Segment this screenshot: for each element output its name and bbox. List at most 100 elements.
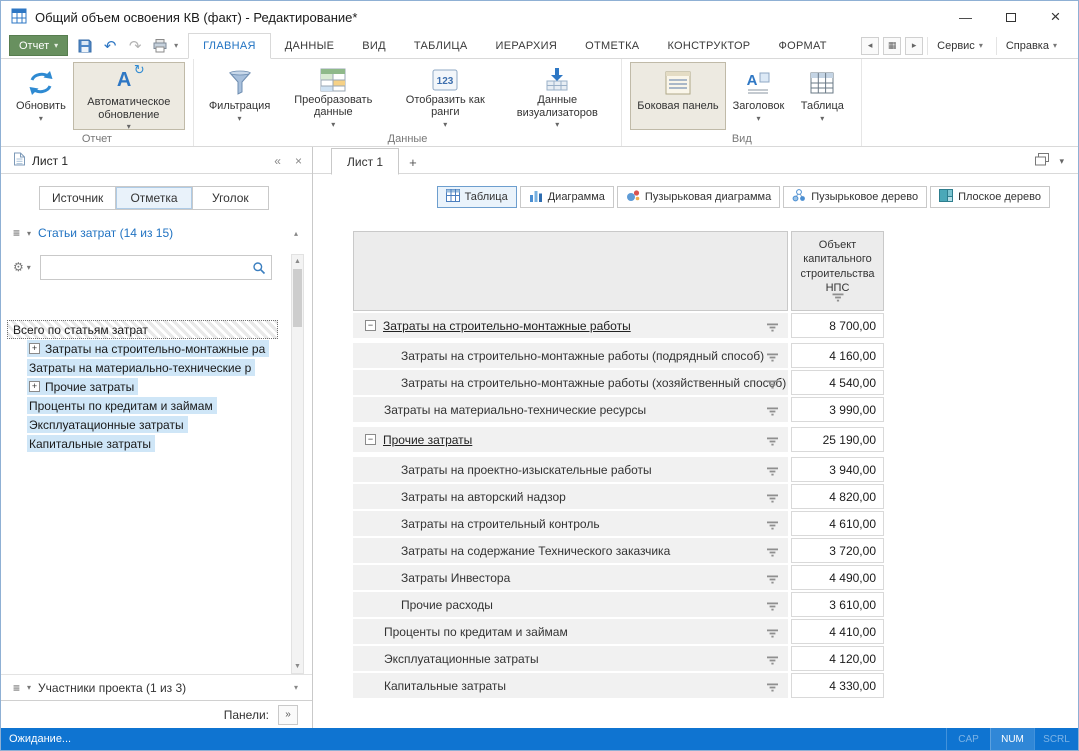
add-sheet-button[interactable]: + (409, 155, 417, 174)
table-row[interactable]: −Затраты на строительно-монтажные работы… (353, 313, 884, 338)
row-label[interactable]: Прочие затраты (383, 433, 472, 447)
search-input[interactable] (41, 256, 271, 279)
row-filter-icon[interactable] (767, 465, 778, 479)
nav-right-button[interactable]: ▸ (905, 37, 923, 55)
collapse-section-button[interactable]: ▴ (294, 229, 298, 238)
row-name-cell[interactable]: Затраты на проектно-изыскательные работы (353, 457, 788, 482)
hamburger-icon[interactable]: ≡ (13, 226, 20, 240)
row-label[interactable]: Затраты на строительно-монтажные работы … (401, 376, 786, 390)
row-name-cell[interactable]: Затраты на содержание Технического заказ… (353, 538, 788, 563)
row-filter-icon[interactable] (767, 492, 778, 506)
tab-vid[interactable]: ВИД (348, 33, 400, 58)
collapse-toggle[interactable]: − (365, 320, 376, 331)
tree-item[interactable]: Всего по статьям затрат (7, 320, 278, 339)
cascade-windows-button[interactable] (1035, 153, 1049, 169)
tab-format[interactable]: ФОРМАТ (764, 33, 840, 58)
row-filter-icon[interactable] (767, 378, 778, 392)
row-filter-icon[interactable] (767, 600, 778, 614)
table-row[interactable]: Затраты на строительно-монтажные работы … (353, 370, 884, 395)
table-row[interactable]: Затраты на материально-технические ресур… (353, 397, 884, 422)
row-label[interactable]: Затраты на авторский надзор (401, 490, 566, 504)
tree-item[interactable]: Затраты на материально-технические р (7, 358, 278, 377)
row-filter-icon[interactable] (767, 546, 778, 560)
row-label[interactable]: Затраты на строительно-монтажные работы (383, 319, 631, 333)
tab-otmetka[interactable]: ОТМЕТКА (571, 33, 653, 58)
expand-section-button[interactable]: ▾ (294, 683, 298, 692)
tree-item[interactable]: Проценты по кредитам и займам (7, 396, 278, 415)
row-filter-icon[interactable] (767, 351, 778, 365)
column-filter-icon[interactable] (832, 292, 843, 306)
tab-ierarhiya[interactable]: ИЕРАРХИЯ (481, 33, 571, 58)
close-button[interactable]: × (1033, 1, 1078, 33)
row-name-cell[interactable]: Эксплуатационные затраты (353, 646, 788, 671)
table-row[interactable]: Затраты Инвестора 4 490,00 (353, 565, 884, 590)
chevron-down-icon[interactable]: ▾ (27, 683, 31, 692)
tree-item[interactable]: +Прочие затраты (7, 377, 278, 396)
tab-konstruktor[interactable]: КОНСТРУКТОР (653, 33, 764, 58)
row-filter-icon[interactable] (767, 405, 778, 419)
chevron-down-icon[interactable]: ▾ (27, 229, 31, 238)
row-label[interactable]: Эксплуатационные затраты (384, 652, 539, 666)
table-row[interactable]: Проценты по кредитам и займам 4 410,00 (353, 619, 884, 644)
table-row[interactable]: Капитальные затраты 4 330,00 (353, 673, 884, 698)
row-name-cell[interactable]: Затраты Инвестора (353, 565, 788, 590)
row-label[interactable]: Затраты на строительный контроль (401, 517, 600, 531)
header-button[interactable]: A Заголовок ▾ (726, 62, 792, 130)
row-label[interactable]: Затраты на содержание Технического заказ… (401, 544, 670, 558)
row-label[interactable]: Затраты на строительно-монтажные работы … (401, 349, 764, 363)
scroll-up-button[interactable]: ▲ (292, 255, 303, 268)
report-menu-button[interactable]: Отчет ▾ (9, 35, 68, 56)
table-button[interactable]: Таблица ▾ (791, 62, 853, 130)
row-name-cell[interactable]: Проценты по кредитам и займам (353, 619, 788, 644)
scroll-down-button[interactable]: ▼ (292, 660, 303, 673)
table-row[interactable]: Затраты на строительный контроль 4 610,0… (353, 511, 884, 536)
column-header[interactable]: Объект капитального строительства НПС (791, 231, 884, 311)
tree-item[interactable]: Эксплуатационные затраты (7, 415, 278, 434)
tab-ugolok[interactable]: Уголок (193, 187, 268, 209)
row-label[interactable]: Проценты по кредитам и займам (384, 625, 568, 639)
close-panel-button[interactable]: × (295, 154, 302, 168)
undo-button[interactable]: ↶ (99, 35, 121, 57)
table-row[interactable]: Затраты на проектно-изыскательные работы… (353, 457, 884, 482)
redo-button[interactable]: ↷ (124, 35, 146, 57)
table-row[interactable]: Затраты на содержание Технического заказ… (353, 538, 884, 563)
visualizer-data-button[interactable]: Данные визуализаторов ▾ (501, 62, 613, 130)
tree-item[interactable]: Капитальные затраты (7, 434, 278, 453)
filtering-button[interactable]: Фильтрация ▾ (202, 62, 277, 130)
tab-otmetka-panel[interactable]: Отметка (116, 187, 192, 209)
sheet-tab[interactable]: Лист 1 (331, 148, 399, 175)
row-name-cell[interactable]: −Затраты на строительно-монтажные работы (353, 313, 788, 338)
sheet-list-button[interactable]: ▦ (883, 37, 901, 55)
row-name-cell[interactable]: −Прочие затраты (353, 427, 788, 452)
tree-scrollbar[interactable]: ▲ ▼ (291, 254, 304, 674)
print-dropdown[interactable]: ▾ (174, 41, 178, 50)
row-name-cell[interactable]: Прочие расходы (353, 592, 788, 617)
row-name-cell[interactable]: Затраты на строительный контроль (353, 511, 788, 536)
row-filter-icon[interactable] (767, 435, 778, 449)
table-row[interactable]: Эксплуатационные затраты 4 120,00 (353, 646, 884, 671)
service-menu[interactable]: Сервис ▾ (927, 37, 992, 55)
row-filter-icon[interactable] (767, 681, 778, 695)
hamburger-icon[interactable]: ≡ (13, 681, 20, 695)
row-label[interactable]: Затраты Инвестора (401, 571, 510, 585)
expand-toggle[interactable]: + (29, 381, 40, 392)
help-menu[interactable]: Справка ▾ (996, 37, 1066, 55)
row-label[interactable]: Прочие расходы (401, 598, 493, 612)
table-row[interactable]: −Прочие затраты 25 190,00 (353, 427, 884, 452)
view-flat-tree-button[interactable]: Плоское дерево (930, 186, 1050, 208)
expand-toggle[interactable]: + (29, 343, 40, 354)
show-as-ranks-button[interactable]: 123 Отобразить как ранги ▾ (389, 62, 501, 130)
row-label[interactable]: Затраты на материально-технические ресур… (384, 403, 646, 417)
tab-dannye[interactable]: ДАННЫЕ (271, 33, 349, 58)
row-filter-icon[interactable] (767, 654, 778, 668)
print-button[interactable] (149, 35, 171, 57)
tree-item[interactable]: +Затраты на строительно-монтажные ра (7, 339, 278, 358)
scrollbar-thumb[interactable] (293, 269, 302, 327)
save-button[interactable] (74, 35, 96, 57)
row-filter-icon[interactable] (767, 321, 778, 335)
panels-expand-button[interactable]: » (278, 705, 298, 725)
row-label[interactable]: Затраты на проектно-изыскательные работы (401, 463, 652, 477)
row-label[interactable]: Капитальные затраты (384, 679, 506, 693)
row-name-cell[interactable]: Затраты на материально-технические ресур… (353, 397, 788, 422)
side-panel-button[interactable]: Боковая панель (630, 62, 725, 130)
